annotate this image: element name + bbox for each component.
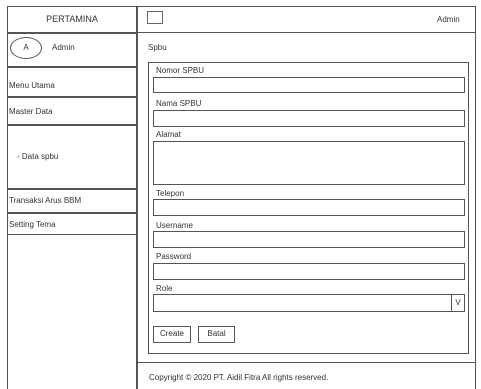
sidebar-item-setting-tema-label: Setting Tema xyxy=(9,220,56,229)
nomor-spbu-label: Nomor SPBU xyxy=(156,66,205,75)
telepon-input[interactable] xyxy=(153,199,465,216)
nomor-spbu-input[interactable] xyxy=(153,77,465,93)
create-button-label: Create xyxy=(159,329,184,338)
password-label: Password xyxy=(156,252,192,261)
username-label: Username xyxy=(156,221,193,230)
header-user[interactable]: Admin xyxy=(437,16,460,24)
sidebar-item-menu-utama-label: Menu Utama xyxy=(9,81,55,90)
sidebar-item-data-spbu-label: - Data spbu xyxy=(17,152,59,161)
role-label: Role xyxy=(156,284,173,293)
batal-button-label: Batal xyxy=(207,329,226,338)
alamat-textarea[interactable] xyxy=(153,141,465,185)
footer-copyright: Copyright © 2020 PT. Aidil Fitra All rig… xyxy=(149,373,329,382)
nama-spbu-label: Nama SPBU xyxy=(156,99,202,108)
page-title: Spbu xyxy=(148,43,167,52)
alamat-label: Alamat xyxy=(156,130,181,139)
avatar-letter: A xyxy=(23,43,29,52)
role-select[interactable] xyxy=(153,294,465,312)
brand-title: PERTAMINA xyxy=(46,14,98,24)
profile-name: Admin xyxy=(52,43,75,52)
top-header xyxy=(137,6,476,33)
menu-toggle-icon[interactable] xyxy=(147,11,163,24)
username-input[interactable] xyxy=(153,231,465,248)
nama-spbu-input[interactable] xyxy=(153,110,465,127)
sidebar-item-transaksi-label: Transaksi Arus BBM xyxy=(9,196,82,205)
password-input[interactable] xyxy=(153,263,465,280)
telepon-label: Telepon xyxy=(156,189,185,198)
chevron-down-icon: V xyxy=(455,298,461,307)
sidebar-item-master-data-label: Master Data xyxy=(9,107,53,116)
